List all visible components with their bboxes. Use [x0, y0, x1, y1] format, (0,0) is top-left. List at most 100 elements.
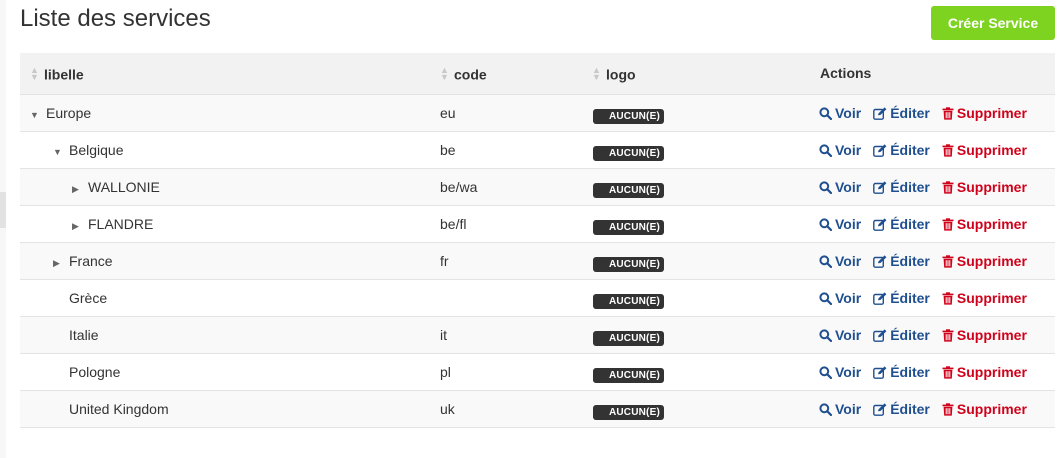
trash-icon: [942, 290, 957, 306]
edit-label: Éditer: [890, 326, 930, 343]
trash-icon: [942, 142, 957, 158]
search-icon-svg: [819, 254, 833, 268]
cell-libelle: Grèce: [20, 279, 424, 316]
column-header-code[interactable]: ▲ ▼ code: [424, 53, 585, 94]
view-link[interactable]: Voir: [819, 216, 861, 232]
delete-link[interactable]: Supprimer: [942, 364, 1027, 380]
delete-link[interactable]: Supprimer: [942, 327, 1027, 343]
edit-link[interactable]: Éditer: [873, 105, 930, 121]
delete-label: Supprimer: [956, 289, 1027, 306]
search-icon: [819, 105, 835, 121]
view-label: Voir: [835, 289, 862, 306]
view-link[interactable]: Voir: [819, 179, 861, 195]
column-header-libelle[interactable]: ▲ ▼ libelle: [20, 53, 424, 94]
services-table: ▲ ▼ libelle ▲ ▼ code ▲ ▼ logo Actions ▼ Europe e…: [20, 53, 1055, 428]
edit-link[interactable]: Éditer: [873, 179, 930, 195]
view-link[interactable]: Voir: [819, 364, 861, 380]
search-icon: [819, 142, 835, 158]
edit-icon: [873, 216, 890, 232]
libelle-text: United Kingdom: [69, 400, 169, 417]
caret-right-icon[interactable]: ▶: [53, 258, 69, 269]
trash-icon: [942, 179, 957, 195]
search-icon-svg: [819, 365, 833, 379]
trash-icon: [942, 401, 957, 417]
search-icon: [819, 179, 835, 195]
caret-down-icon[interactable]: ▼: [53, 147, 69, 157]
cell-code: pl: [440, 363, 451, 380]
edit-link[interactable]: Éditer: [873, 216, 930, 232]
cell-code: uk: [440, 400, 455, 417]
edit-label: Éditer: [890, 289, 930, 306]
libelle-text: Europe: [46, 104, 92, 121]
view-link[interactable]: Voir: [819, 401, 861, 417]
column-label: code: [454, 65, 487, 82]
cell-logo: AUCUN(E): [585, 94, 807, 131]
trash-icon: [942, 327, 957, 343]
edit-link[interactable]: Éditer: [873, 327, 930, 343]
cell-libelle: Pologne: [20, 353, 424, 390]
libelle-text: Italie: [69, 326, 99, 343]
delete-link[interactable]: Supprimer: [942, 105, 1027, 121]
edit-icon: [873, 401, 890, 417]
logo-badge: AUCUN(E): [593, 404, 664, 420]
edit-link[interactable]: Éditer: [873, 364, 930, 380]
delete-link[interactable]: Supprimer: [942, 216, 1027, 232]
search-icon-svg: [819, 291, 833, 305]
delete-label: Supprimer: [956, 141, 1027, 158]
column-header-actions: Actions: [820, 65, 872, 82]
libelle-text: WALLONIE: [88, 178, 160, 195]
cell-logo: AUCUN(E): [585, 353, 807, 390]
table-row: Grèce AUCUN(E) Voir Éditer Supprimer: [20, 279, 1055, 316]
cell-actions: Voir Éditer Supprimer: [807, 168, 1055, 205]
view-link[interactable]: Voir: [819, 105, 861, 121]
column-header-logo[interactable]: ▲ ▼ logo: [585, 53, 807, 94]
caret-right-icon[interactable]: ▶: [72, 184, 88, 195]
table-row: Italie it AUCUN(E) Voir Éditer Supprimer: [20, 316, 1055, 353]
edit-icon: [873, 290, 890, 306]
libelle-text: France: [69, 252, 113, 269]
cell-libelle: ▶ FLANDRE: [20, 205, 424, 242]
edit-icon: [873, 142, 890, 158]
delete-link[interactable]: Supprimer: [942, 290, 1027, 306]
trash-icon: [942, 253, 957, 269]
logo-badge: AUCUN(E): [593, 293, 664, 309]
delete-link[interactable]: Supprimer: [942, 142, 1027, 158]
logo-badge: AUCUN(E): [593, 182, 664, 198]
sort-icon: ▲ ▼: [592, 64, 601, 82]
cell-logo: AUCUN(E): [585, 316, 807, 353]
edit-link[interactable]: Éditer: [873, 253, 930, 269]
cell-actions: Voir Éditer Supprimer: [807, 94, 1055, 131]
view-link[interactable]: Voir: [819, 290, 861, 306]
view-label: Voir: [835, 104, 862, 121]
caret-right-icon[interactable]: ▶: [72, 221, 88, 232]
table-row: ▶ France fr AUCUN(E) Voir Éditer Supprimer: [20, 242, 1055, 279]
delete-link[interactable]: Supprimer: [942, 179, 1027, 195]
trash-icon: [942, 105, 957, 121]
view-link[interactable]: Voir: [819, 253, 861, 269]
cell-logo: AUCUN(E): [585, 279, 807, 316]
cell-actions: Voir Éditer Supprimer: [807, 205, 1055, 242]
table-row: ▶ WALLONIE be/wa AUCUN(E) Voir Éditer Supprime…: [20, 168, 1055, 205]
logo-badge: AUCUN(E): [593, 108, 664, 124]
logo-badge: AUCUN(E): [593, 367, 664, 383]
delete-label: Supprimer: [956, 326, 1027, 343]
cell-code: it: [440, 326, 447, 343]
view-link[interactable]: Voir: [819, 142, 861, 158]
caret-down-icon[interactable]: ▼: [30, 110, 46, 120]
delete-link[interactable]: Supprimer: [942, 401, 1027, 417]
view-label: Voir: [835, 252, 862, 269]
libelle-text: Grèce: [69, 289, 108, 306]
logo-badge: AUCUN(E): [593, 219, 664, 235]
edit-icon: [873, 105, 890, 121]
delete-label: Supprimer: [956, 400, 1027, 417]
edit-link[interactable]: Éditer: [873, 142, 930, 158]
edit-link[interactable]: Éditer: [873, 401, 930, 417]
search-icon: [819, 216, 835, 232]
create-service-button[interactable]: Créer Service: [931, 6, 1055, 40]
edit-link[interactable]: Éditer: [873, 290, 930, 306]
delete-link[interactable]: Supprimer: [942, 253, 1027, 269]
edit-label: Éditer: [890, 215, 930, 232]
cell-code: be: [440, 141, 456, 158]
view-link[interactable]: Voir: [819, 327, 861, 343]
left-edge-strip: [0, 0, 6, 458]
